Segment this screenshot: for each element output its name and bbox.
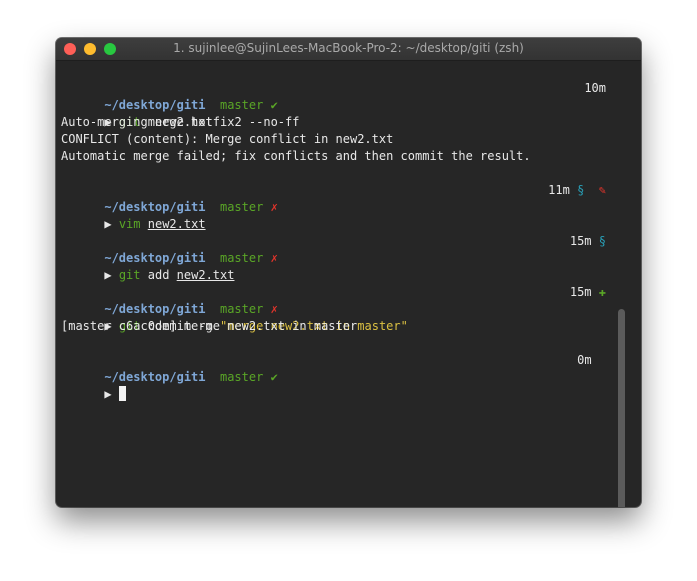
terminal-output[interactable]: ~/desktop/giti master ✔ 10m ▶ git merge … [56,61,628,507]
prompt-line: ~/desktop/giti master ✗ 15m ✚ [61,284,606,316]
command-program: git [118,268,141,282]
stash-icon: § [577,183,585,197]
output-line: Auto-merging new2.txt [61,115,213,129]
command-line: ▶ git commit -m "merge new2.txt in maste… [61,301,606,333]
output-line: CONFLICT (content): Merge conflict in ne… [61,132,394,146]
command-args: new2.txt [147,217,206,231]
scrollbar[interactable] [618,309,625,507]
prompt-arrow-icon: ▶ [104,387,112,401]
text-cursor[interactable] [118,386,126,401]
prompt-arrow-icon: ▶ [104,268,112,282]
prompt-time: 15m [569,285,592,299]
window-title: 1. sujinlee@SujinLees-MacBook-Pro-2: ~/d… [173,41,524,55]
command-args: new2.txt [176,268,235,282]
prompt-line: ~/desktop/giti master ✗ 11m § ✎ [61,182,606,214]
command-subcommand: add [147,268,170,282]
prompt-time: 15m [569,234,592,248]
prompt-line: ~/desktop/giti master ✔ 10m [61,80,606,112]
prompt-line: ~/desktop/giti master ✔ 0m [61,352,606,384]
prompt-arrow-icon: ▶ [104,217,112,231]
prompt-time: 10m [584,81,606,95]
modified-icon: ✎ [598,183,606,197]
output-line: [master c6ac0de] merge new2.txt in maste… [61,319,358,333]
command-line: ▶ vim new2.txt [61,199,606,231]
command-program: vim [118,217,141,231]
prompt-time: 0m [577,353,592,367]
stash-icon: § [598,234,606,248]
command-line: ▶ git add new2.txt [61,250,606,282]
title-bar[interactable]: 1. sujinlee@SujinLees-MacBook-Pro-2: ~/d… [56,38,641,61]
output-line: Automatic merge failed; fix conflicts an… [61,149,531,163]
active-command-line[interactable]: ▶ [61,369,606,401]
prompt-time: 11m [548,183,570,197]
command-line: ▶ git merge hotfix2 --no-ff [61,97,606,129]
terminal-window: 1. sujinlee@SujinLees-MacBook-Pro-2: ~/d… [56,38,641,507]
staged-plus-icon: ✚ [598,285,606,299]
prompt-line: ~/desktop/giti master ✗ 15m § [61,233,606,265]
